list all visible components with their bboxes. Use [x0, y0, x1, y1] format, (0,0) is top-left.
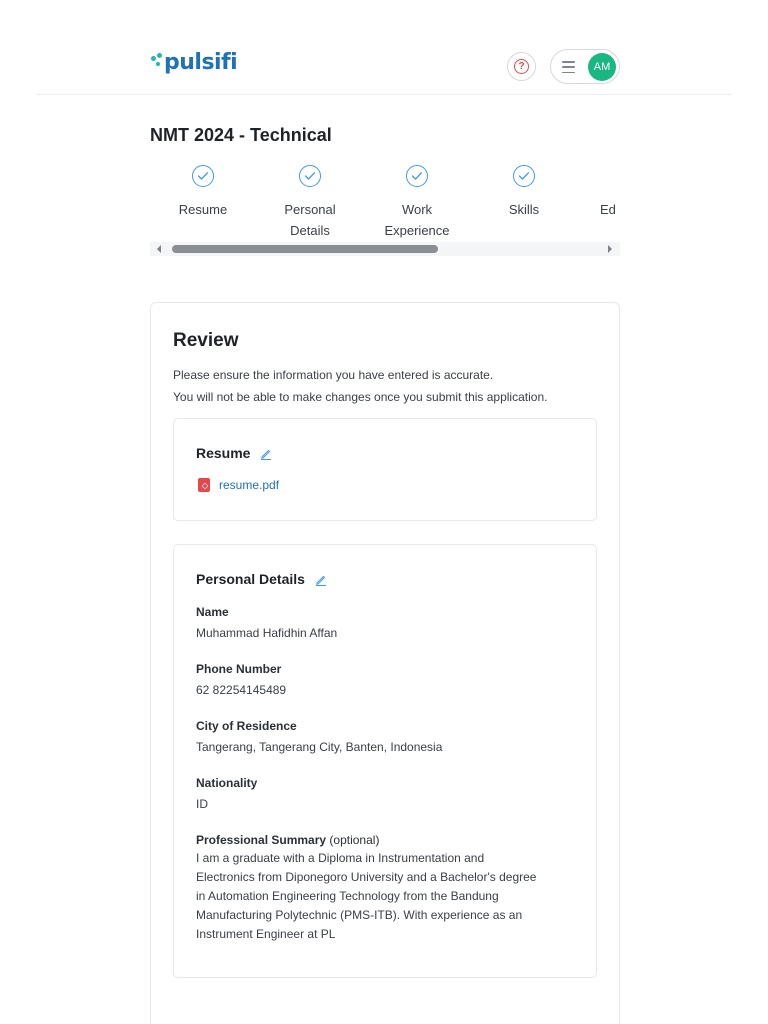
field-value: Tangerang, Tangerang City, Banten, Indon…	[196, 740, 443, 754]
summary-line: I am a graduate with a Diploma in Instru…	[196, 851, 485, 865]
resume-section: Resume resume.pdf	[173, 418, 597, 521]
personal-details-heading: Personal Details	[196, 571, 327, 587]
field-label: Nationality	[196, 776, 258, 790]
avatar: AM	[588, 53, 616, 81]
step-label: Ed	[600, 202, 616, 217]
help-button[interactable]: ?	[507, 52, 536, 81]
review-desc-line: You will not be able to make changes onc…	[173, 390, 548, 404]
field-nationality: Nationality ID	[196, 775, 576, 814]
review-description: Please ensure the information you have e…	[173, 364, 547, 408]
summary-line: in Automation Engineering Technology fro…	[196, 889, 499, 903]
field-label: Name	[196, 605, 229, 619]
top-header: pulsifi ? AM	[36, 40, 732, 95]
question-circle-icon: ?	[514, 59, 529, 74]
pdf-file-icon	[198, 478, 210, 492]
logo-text: pulsifi	[164, 50, 238, 75]
check-circle-icon	[406, 165, 428, 187]
pulsifi-logo[interactable]: pulsifi	[151, 50, 238, 75]
check-circle-icon	[192, 165, 214, 187]
field-value: ID	[196, 797, 208, 811]
step-label: Skills	[508, 202, 540, 217]
step-label: Work Experience	[384, 202, 450, 238]
summary-line: Instrument Engineer at PL	[196, 927, 336, 941]
scrollbar-thumb[interactable]	[172, 245, 438, 253]
field-label: Phone Number	[196, 662, 282, 676]
field-label: Professional Summary (optional)	[196, 832, 576, 848]
field-professional-summary: Professional Summary (optional) I am a g…	[196, 832, 576, 944]
field-phone-number: Phone Number 62 82254145489	[196, 661, 576, 700]
section-title: Personal Details	[196, 571, 305, 587]
step-resume[interactable]: Resume	[150, 165, 256, 220]
optional-tag: (optional)	[329, 833, 380, 847]
resume-file-link[interactable]: resume.pdf	[198, 478, 279, 492]
personal-details-section: Personal Details Name Muhammad Hafidhin …	[173, 544, 597, 978]
step-skills[interactable]: Skills	[471, 165, 577, 220]
check-circle-icon	[299, 165, 321, 187]
field-value: 62 82254145489	[196, 683, 287, 697]
review-card: Review Please ensure the information you…	[150, 302, 620, 1024]
step-label: Resume	[178, 202, 228, 217]
review-title: Review	[173, 330, 239, 351]
check-circle-icon	[513, 165, 535, 187]
step-personal-details[interactable]: Personal Details	[257, 165, 363, 241]
pencil-edit-icon[interactable]	[260, 447, 272, 460]
file-name: resume.pdf	[219, 478, 280, 492]
field-value: I am a graduate with a Diploma in Instru…	[196, 849, 576, 944]
pencil-edit-icon[interactable]	[315, 573, 327, 586]
step-work-experience[interactable]: Work Experience	[364, 165, 470, 241]
stepper-scrollbar[interactable]	[150, 242, 620, 256]
step-education[interactable]: Ed	[578, 165, 620, 220]
field-value: Muhammad Hafidhin Affan	[196, 626, 338, 640]
user-menu-button[interactable]: AM	[550, 49, 620, 84]
hamburger-menu-icon	[562, 61, 575, 73]
field-name: Name Muhammad Hafidhin Affan	[196, 604, 576, 643]
review-desc-line: Please ensure the information you have e…	[173, 368, 494, 382]
step-label: Personal Details	[284, 202, 336, 238]
section-title: Resume	[196, 445, 251, 461]
field-label: City of Residence	[196, 719, 297, 733]
page-title: NMT 2024 - Technical	[150, 125, 332, 145]
summary-line: Electronics from Diponegoro University a…	[196, 870, 537, 884]
scroll-right-arrow-icon[interactable]	[608, 245, 612, 253]
logo-mark-icon	[151, 52, 163, 73]
resume-heading: Resume	[196, 445, 272, 461]
field-label-text: Professional Summary	[196, 833, 327, 847]
scroll-left-arrow-icon[interactable]	[157, 245, 161, 253]
field-city-of-residence: City of Residence Tangerang, Tangerang C…	[196, 718, 576, 757]
summary-line: Manufacturing Polytechnic (PMS-ITB). Wit…	[196, 908, 523, 922]
